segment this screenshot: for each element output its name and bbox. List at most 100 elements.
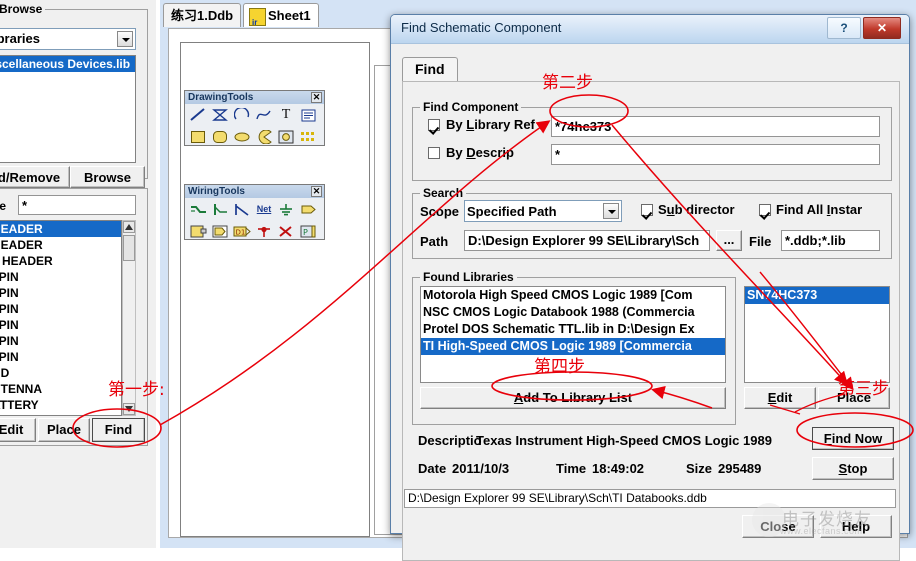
drawing-tools-row-1: T <box>185 104 324 126</box>
list-item[interactable]: Protel DOS Schematic TTL.lib in D:\Desig… <box>421 321 725 338</box>
list-item[interactable]: Motorola High Speed CMOS Logic 1989 [Com <box>421 287 725 304</box>
svg-text:P: P <box>303 228 308 237</box>
wire-icon[interactable] <box>231 199 253 219</box>
polygon-icon[interactable] <box>209 105 231 125</box>
list-item[interactable]: NTENNA <box>0 381 121 397</box>
place-button[interactable]: Place <box>38 418 90 442</box>
sub-directories-checkbox[interactable] <box>641 204 653 216</box>
add-remove-button[interactable]: d/Remove <box>0 166 70 188</box>
list-item[interactable]: NSC CMOS Logic Databook 1988 (Commercia <box>421 304 725 321</box>
tab-sheet1[interactable]: ir Sheet1 <box>243 3 319 27</box>
bus-icon[interactable] <box>187 199 209 219</box>
list-item[interactable]: 0PIN <box>0 285 121 301</box>
close-icon[interactable]: ✕ <box>311 186 322 197</box>
wiring-tools-toolbar[interactable]: WiringTools ✕ Net D1 P <box>184 184 325 240</box>
by-library-ref-label: By Library Ref <box>446 117 535 132</box>
scroll-up-arrow[interactable] <box>123 221 135 233</box>
list-item[interactable]: HEADER <box>0 237 121 253</box>
dialog-titlebar[interactable]: Find Schematic Component ? ✕ <box>391 15 909 44</box>
wiring-tools-title: WiringTools ✕ <box>185 185 324 198</box>
chevron-down-icon[interactable] <box>117 31 133 47</box>
time-value: 18:49:02 <box>592 461 645 476</box>
list-item[interactable]: 4PIN <box>0 317 121 333</box>
list-item[interactable]: 0PIN <box>0 349 121 365</box>
list-item[interactable]: iscellaneous Devices.lib <box>0 56 135 72</box>
find-now-button[interactable]: Find Now <box>812 427 894 450</box>
edit-button[interactable]: Edit <box>0 418 36 442</box>
browse-button[interactable]: Browse <box>70 166 145 188</box>
ellipse-icon[interactable] <box>231 127 253 147</box>
part-icon[interactable]: D1 <box>231 221 253 241</box>
add-to-library-list-button[interactable]: Add To Library List <box>420 387 726 409</box>
drawing-tools-toolbar[interactable]: DrawingTools ✕ T <box>184 90 325 146</box>
find-all-instances-checkbox[interactable] <box>759 204 771 216</box>
find-component-group-label: Find Component <box>420 100 522 114</box>
scope-value: Specified Path <box>467 204 557 219</box>
find-schematic-component-dialog: Find Schematic Component ? ✕ Find Find C… <box>390 14 910 561</box>
component-edit-button[interactable]: Edit <box>744 387 816 409</box>
size-value: 295489 <box>718 461 762 476</box>
find-button[interactable]: Find <box>92 418 145 442</box>
browse-path-button[interactable]: ... <box>716 230 742 251</box>
graphic-icon[interactable] <box>275 127 297 147</box>
rectangle-icon[interactable] <box>187 127 209 147</box>
list-item[interactable]: HEADER <box>0 221 121 237</box>
path-input[interactable]: D:\Design Explorer 99 SE\Library\Sch <box>464 230 710 251</box>
help-caption-button[interactable]: ? <box>827 17 861 39</box>
array-icon[interactable] <box>297 127 319 147</box>
found-components-listbox[interactable]: SN74HC373 <box>744 286 890 383</box>
tab-find[interactable]: Find <box>402 57 458 82</box>
scope-combo[interactable]: Specified Path <box>464 200 622 222</box>
by-description-checkbox[interactable] <box>428 147 440 159</box>
by-library-ref-checkbox[interactable] <box>428 119 440 131</box>
list-item[interactable]: 0PIN <box>0 333 121 349</box>
tab-ddb[interactable]: 练习1.Ddb <box>163 3 242 27</box>
list-item[interactable]: ELL <box>0 413 121 415</box>
filter-input[interactable]: * <box>18 195 136 215</box>
pcb-directive-icon[interactable]: P <box>297 221 319 241</box>
stop-button[interactable]: Stop <box>812 457 894 480</box>
description-input[interactable]: * <box>551 144 880 165</box>
drawing-tools-row-2 <box>185 126 324 148</box>
filter-label: lte <box>0 199 7 213</box>
library-ref-input[interactable]: *74hc373 <box>551 116 880 137</box>
text-icon[interactable]: T <box>275 105 297 125</box>
list-item[interactable]: ATTERY <box>0 397 121 413</box>
scroll-thumb[interactable] <box>123 235 135 261</box>
watermark-url: www.elecfans.com <box>780 526 863 536</box>
net-label-icon[interactable]: Net <box>253 199 275 219</box>
chevron-down-icon[interactable] <box>603 203 619 219</box>
library-scope-combo[interactable]: ibraries <box>0 28 136 50</box>
browse-group-label: Browse <box>0 2 46 16</box>
search-group-label: Search <box>420 186 467 200</box>
close-icon[interactable]: ✕ <box>311 92 322 103</box>
bezier-icon[interactable] <box>253 105 275 125</box>
round-rect-icon[interactable] <box>209 127 231 147</box>
tab-ddb-label: 练习1.Ddb <box>171 8 234 23</box>
junction-icon[interactable] <box>253 221 275 241</box>
close-icon: ✕ <box>876 21 888 35</box>
sheet-entry-icon[interactable] <box>209 221 231 241</box>
list-item[interactable]: ND <box>0 365 121 381</box>
list-item[interactable]: 2 HEADER <box>0 253 121 269</box>
power-port-icon[interactable] <box>275 199 297 219</box>
close-caption-button[interactable]: ✕ <box>863 17 901 39</box>
sheet-icon: ir <box>249 8 266 27</box>
sheet-symbol-icon[interactable] <box>187 221 209 241</box>
bus-entry-icon[interactable] <box>209 199 231 219</box>
list-item[interactable]: 5PIN <box>0 269 121 285</box>
list-item[interactable]: SN74HC373 <box>745 287 889 304</box>
no-erc-icon[interactable] <box>275 221 297 241</box>
found-libraries-group-label: Found Libraries <box>420 270 517 284</box>
arc-icon[interactable] <box>231 105 253 125</box>
port-icon[interactable] <box>297 199 319 219</box>
scroll-down-arrow[interactable] <box>123 403 135 415</box>
file-input[interactable]: *.ddb;*.lib <box>781 230 880 251</box>
component-listbox[interactable]: HEADERHEADER2 HEADER5PIN0PIN5PIN4PIN0PIN… <box>0 220 122 416</box>
sub-directories-label: Sub director <box>658 202 735 217</box>
library-listbox[interactable]: iscellaneous Devices.lib <box>0 55 136 163</box>
pie-icon[interactable] <box>253 127 275 147</box>
list-item[interactable]: 5PIN <box>0 301 121 317</box>
line-icon[interactable] <box>187 105 209 125</box>
text-frame-icon[interactable] <box>297 105 319 125</box>
